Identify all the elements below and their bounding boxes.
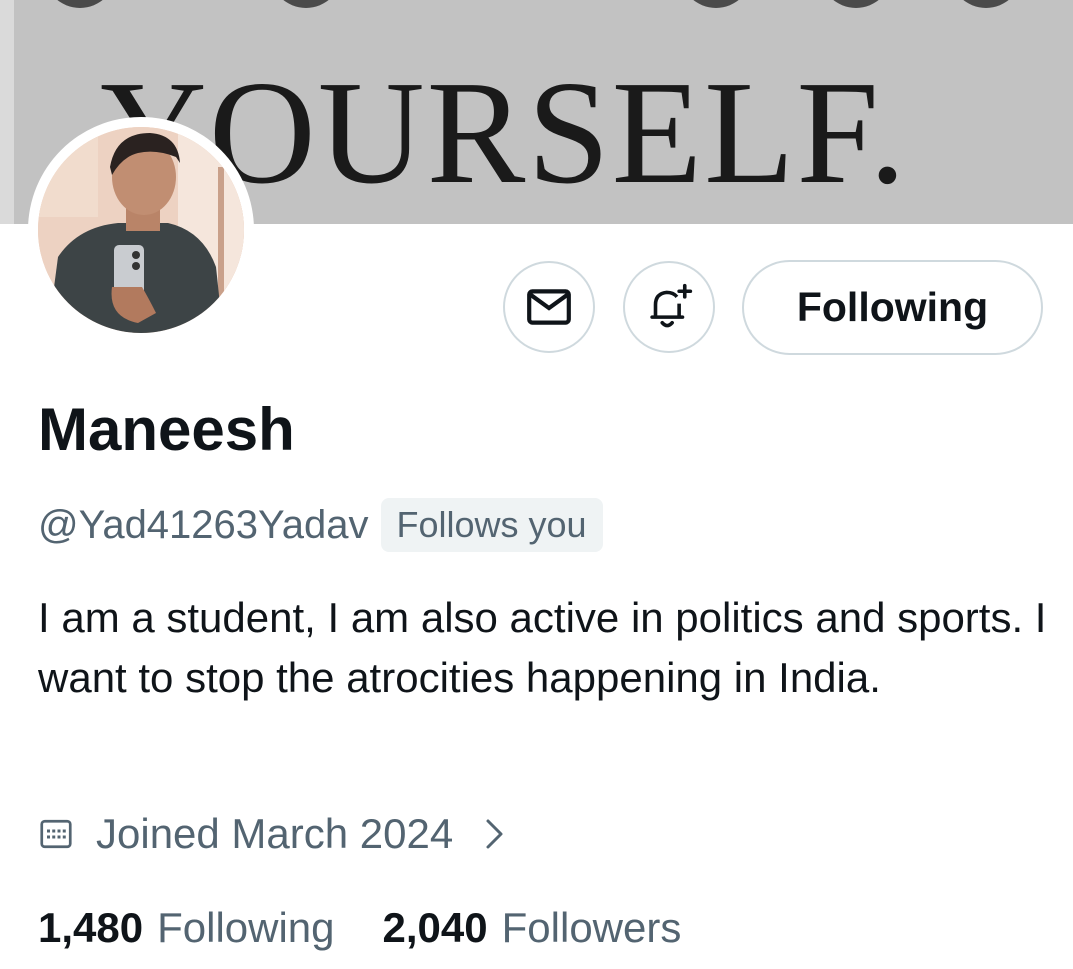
following-button[interactable]: Following: [742, 260, 1043, 355]
profile-page: YOURSELF. Following Maneesh @Yad41263Yad…: [0, 0, 1073, 969]
followers-label: Followers: [501, 904, 682, 951]
banner-edge: [0, 0, 14, 224]
followers-stat[interactable]: 2,040 Followers: [383, 904, 682, 952]
following-count: 1,480: [38, 904, 144, 951]
calendar-icon: [40, 819, 72, 849]
banner-glyph: [270, 0, 342, 8]
followers-count: 2,040: [382, 904, 488, 951]
follows-you-badge: Follows you: [380, 498, 603, 552]
chevron-right-icon: [483, 816, 507, 852]
message-button[interactable]: [503, 261, 595, 353]
following-stat[interactable]: 1,480 Following: [38, 904, 335, 952]
joined-date-row[interactable]: Joined March 2024: [38, 806, 507, 862]
follow-stats: 1,480 Following 2,040 Followers: [38, 898, 681, 958]
avatar[interactable]: [28, 117, 254, 343]
envelope-icon: [527, 289, 571, 325]
joined-date: Joined March 2024: [96, 810, 454, 857]
banner-glyph: [680, 0, 752, 8]
banner-glyph: [950, 0, 1022, 8]
banner-glyph: [44, 0, 116, 8]
profile-bio: I am a student, I am also active in poli…: [38, 594, 1047, 701]
avatar-image: [38, 127, 244, 333]
handle-row: @Yad41263Yadav Follows you: [38, 498, 603, 552]
avatar-photo: [38, 127, 244, 333]
following-label: Following: [157, 904, 335, 951]
banner-glyph: [820, 0, 892, 8]
notify-button[interactable]: [623, 261, 715, 353]
profile-name: Maneesh: [38, 396, 295, 463]
bell-plus-icon: [650, 283, 693, 328]
profile-handle: @Yad41263Yadav: [38, 502, 369, 547]
banner-top-text: [0, 0, 1073, 12]
